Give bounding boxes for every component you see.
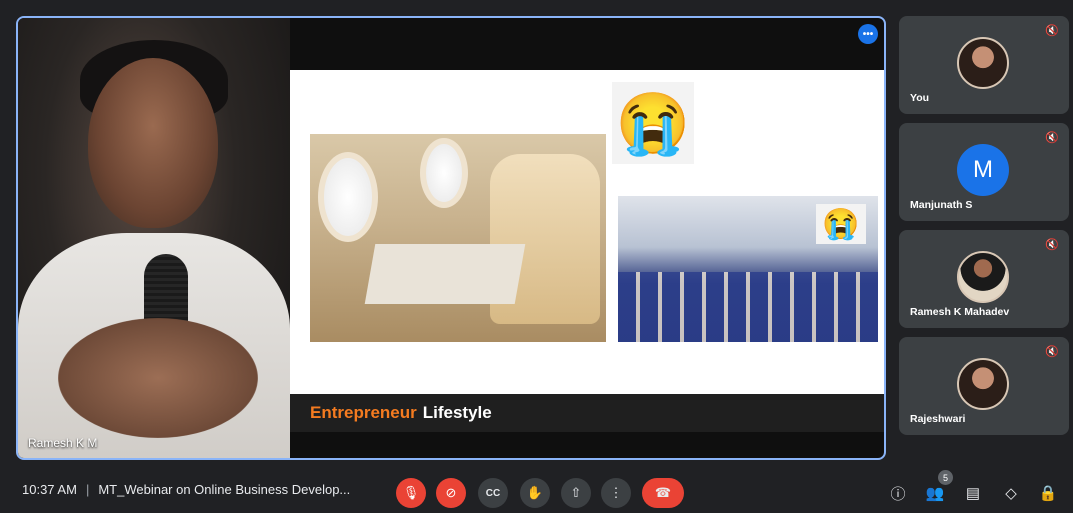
participant-tile-manjunath[interactable]: M 🔇 Manjunath S <box>899 123 1069 221</box>
captions-button[interactable]: CC <box>478 478 508 508</box>
presenter-name: Ramesh K M <box>28 436 98 450</box>
jet-window <box>420 138 468 208</box>
jet-window <box>318 152 378 242</box>
presentation-slide: 😭 😭 Entrepreneur Lifestyle <box>290 70 884 432</box>
participant-name: Ramesh K Mahadev <box>910 306 1010 318</box>
mic-muted-icon: 🔇 <box>1045 239 1059 251</box>
main-stage[interactable]: Ramesh K M 😭 😭 Entrepreneur Lifestyle ••… <box>16 16 886 460</box>
raise-hand-button[interactable]: ✋ <box>520 478 550 508</box>
present-button[interactable]: ⇧ <box>561 478 591 508</box>
meeting-details-button[interactable]: ⓘ <box>887 482 909 504</box>
presenter-hands <box>58 318 258 438</box>
participant-name: You <box>910 92 930 104</box>
meeting-info: 10:37 AM | MT_Webinar on Online Business D… <box>22 482 350 497</box>
chat-icon: ▤ <box>965 485 981 502</box>
hang-up-icon: ☎ <box>654 485 672 500</box>
jet-table <box>364 244 526 304</box>
mic-off-icon: 🎙 <box>402 485 420 500</box>
avatar <box>957 251 1009 303</box>
slide-caption: Entrepreneur Lifestyle <box>290 394 884 432</box>
crying-emoji-small: 😭 <box>816 204 866 244</box>
economy-cabin-image: 😭 <box>618 196 878 342</box>
lock-icon: 🔒 <box>1038 485 1058 502</box>
private-jet-image <box>310 134 606 342</box>
economy-seats <box>618 272 878 342</box>
caption-accent: Entrepreneur <box>310 403 417 422</box>
separator: | <box>85 482 90 497</box>
raise-hand-icon: ✋ <box>526 485 544 500</box>
presenter-face <box>88 58 218 228</box>
mic-muted-icon: 🔇 <box>1045 346 1059 358</box>
info-icon: ⓘ <box>890 485 906 503</box>
caption-rest: Lifestyle <box>422 403 492 422</box>
people-icon: 👥 <box>925 485 945 502</box>
camera-off-button[interactable]: ⊘ <box>436 478 466 508</box>
participant-tile-you[interactable]: 🔇 You <box>899 16 1069 114</box>
speaking-indicator-icon: ••• <box>858 24 878 44</box>
presenter-video: Ramesh K M <box>18 18 290 458</box>
hang-up-button[interactable]: ☎ <box>642 478 684 508</box>
mic-off-button[interactable]: 🎙 <box>396 478 426 508</box>
activities-icon: ◇ <box>1005 485 1017 502</box>
meeting-title: MT_Webinar on Online Business Develop... <box>98 482 351 497</box>
host-controls-button[interactable]: 🔒 <box>1037 482 1059 504</box>
people-count-badge: 5 <box>938 470 953 485</box>
mic-muted-icon: 🔇 <box>1045 132 1059 144</box>
present-icon: ⇧ <box>570 485 582 500</box>
meeting-time: 10:37 AM <box>22 482 77 497</box>
avatar <box>957 358 1009 410</box>
participant-name: Manjunath S <box>910 199 973 211</box>
camera-off-icon: ⊘ <box>445 485 457 500</box>
participant-tile-ramesh[interactable]: 🔇 Ramesh K Mahadev <box>899 230 1069 328</box>
chat-button[interactable]: ▤ <box>962 482 984 504</box>
avatar: M <box>957 144 1009 196</box>
more-options-button[interactable]: ⋮ <box>601 478 631 508</box>
more-vert-icon: ⋮ <box>609 485 623 500</box>
captions-icon: CC <box>485 487 501 499</box>
participant-tile-rajeshwari[interactable]: 🔇 Rajeshwari <box>899 337 1069 435</box>
crying-emoji: 😭 <box>612 82 694 164</box>
activities-button[interactable]: ◇ <box>1000 482 1022 504</box>
mic-muted-icon: 🔇 <box>1045 25 1059 37</box>
people-button[interactable]: 👥 <box>924 482 946 504</box>
participant-name: Rajeshwari <box>910 413 966 425</box>
avatar <box>957 37 1009 89</box>
bottom-toolbar: 10:37 AM | MT_Webinar on Online Business D… <box>0 470 1073 513</box>
